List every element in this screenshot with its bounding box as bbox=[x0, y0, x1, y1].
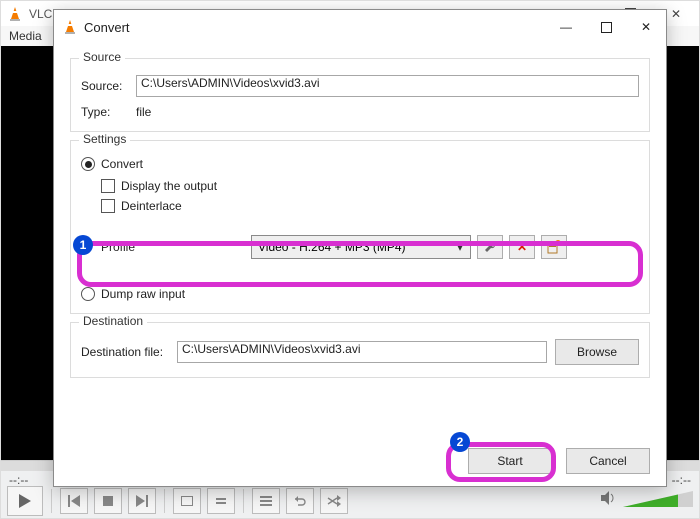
fullscreen-button[interactable] bbox=[173, 488, 201, 514]
deinterlace-label: Deinterlace bbox=[121, 199, 182, 213]
profile-combo[interactable]: Video - H.264 + MP3 (MP4) ▾ bbox=[251, 235, 471, 259]
speaker-icon[interactable] bbox=[601, 491, 617, 508]
destination-label: Destination file: bbox=[81, 345, 177, 359]
wrench-icon bbox=[483, 240, 497, 254]
dump-raw-radio[interactable] bbox=[81, 287, 95, 301]
new-profile-icon bbox=[547, 240, 561, 254]
ext-settings-button[interactable] bbox=[207, 488, 235, 514]
shuffle-button[interactable] bbox=[320, 488, 348, 514]
volume-slider[interactable] bbox=[623, 489, 693, 509]
source-input[interactable]: C:\Users\ADMIN\Videos\xvid3.avi bbox=[136, 75, 639, 97]
type-value: file bbox=[136, 105, 151, 119]
type-label: Type: bbox=[81, 105, 136, 119]
chevron-down-icon: ▾ bbox=[450, 240, 470, 254]
destination-input[interactable]: C:\Users\ADMIN\Videos\xvid3.avi bbox=[177, 341, 547, 363]
display-output-checkbox[interactable] bbox=[101, 179, 115, 193]
source-legend: Source bbox=[79, 50, 125, 64]
destination-legend: Destination bbox=[79, 314, 147, 328]
browse-button[interactable]: Browse bbox=[555, 339, 639, 365]
play-button[interactable] bbox=[7, 486, 43, 516]
vlc-cone-icon bbox=[7, 6, 23, 22]
convert-radio[interactable] bbox=[81, 157, 95, 171]
x-icon: ✕ bbox=[517, 240, 527, 254]
menu-media[interactable]: Media bbox=[9, 29, 42, 43]
convert-dialog: Convert — ✕ Source Source: C:\Users\ADMI… bbox=[53, 9, 667, 487]
annotation-badge-1: 1 bbox=[73, 235, 93, 255]
next-button[interactable] bbox=[128, 488, 156, 514]
deinterlace-checkbox[interactable] bbox=[101, 199, 115, 213]
cancel-button[interactable]: Cancel bbox=[566, 448, 650, 474]
convert-radio-label: Convert bbox=[101, 157, 143, 171]
dialog-titlebar[interactable]: Convert — ✕ bbox=[54, 10, 666, 44]
main-menu[interactable]: Media bbox=[1, 26, 42, 46]
dump-raw-label: Dump raw input bbox=[101, 287, 185, 301]
edit-profile-button[interactable] bbox=[477, 235, 503, 259]
new-profile-button[interactable] bbox=[541, 235, 567, 259]
source-group: Source Source: C:\Users\ADMIN\Videos\xvi… bbox=[70, 58, 650, 132]
dialog-close-button[interactable]: ✕ bbox=[626, 12, 666, 42]
dialog-maximize-button[interactable] bbox=[586, 12, 626, 42]
dialog-minimize-button[interactable]: — bbox=[546, 12, 586, 42]
playlist-button[interactable] bbox=[252, 488, 280, 514]
settings-legend: Settings bbox=[79, 132, 130, 146]
display-output-label: Display the output bbox=[121, 179, 217, 193]
dialog-title: Convert bbox=[84, 20, 130, 35]
destination-group: Destination Destination file: C:\Users\A… bbox=[70, 322, 650, 378]
time-total: --:-- bbox=[672, 473, 691, 487]
start-button[interactable]: Start bbox=[468, 448, 552, 474]
annotation-badge-2: 2 bbox=[450, 432, 470, 452]
vlc-cone-icon bbox=[62, 19, 78, 35]
settings-group: Settings Convert Display the output Dein… bbox=[70, 140, 650, 314]
delete-profile-button[interactable]: ✕ bbox=[509, 235, 535, 259]
loop-button[interactable] bbox=[286, 488, 314, 514]
time-elapsed: --:-- bbox=[9, 473, 28, 487]
profile-value: Video - H.264 + MP3 (MP4) bbox=[258, 240, 406, 254]
source-label: Source: bbox=[81, 79, 136, 93]
stop-button[interactable] bbox=[94, 488, 122, 514]
prev-button[interactable] bbox=[60, 488, 88, 514]
profile-label: Profile bbox=[101, 240, 251, 254]
